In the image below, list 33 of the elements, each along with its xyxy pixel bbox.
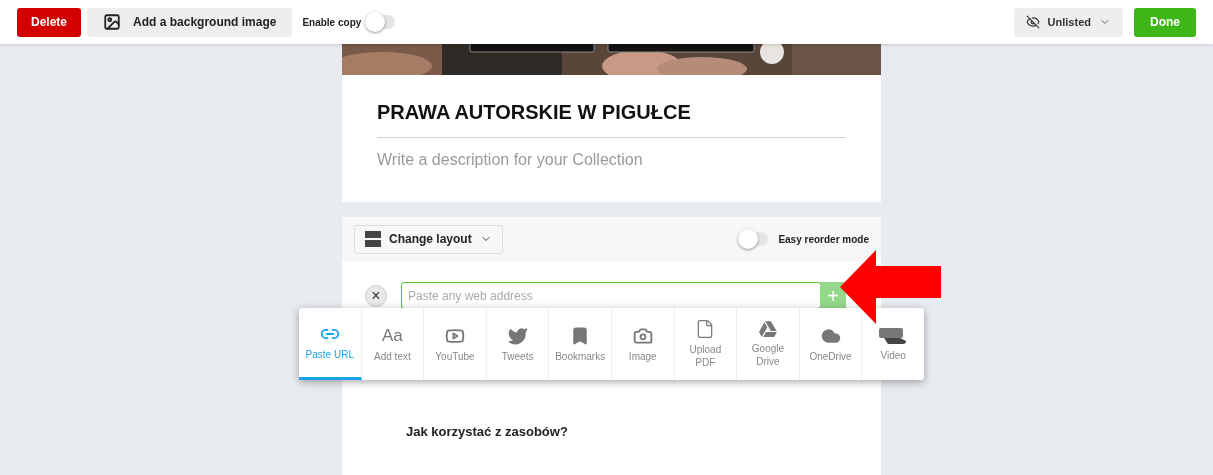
source-tab[interactable]: Video	[862, 308, 924, 380]
text-icon: Aa	[382, 325, 403, 346]
source-tab[interactable]: OneDrive	[799, 308, 863, 380]
close-button[interactable]: ×	[365, 284, 387, 307]
source-tab[interactable]: Aa Add text	[361, 308, 425, 380]
reorder-toggle[interactable]	[740, 232, 769, 246]
delete-button[interactable]: Delete	[17, 7, 82, 37]
source-tab[interactable]: Paste URL	[299, 308, 362, 380]
video-icon	[878, 326, 909, 345]
visibility-dropdown[interactable]: Unlisted	[1013, 7, 1123, 37]
description-field[interactable]: Write a description for your Collection	[377, 148, 846, 172]
source-tab[interactable]: Google Drive	[737, 308, 800, 380]
enable-copy-toggle[interactable]	[367, 15, 396, 29]
source-tab[interactable]: Upload PDF	[674, 308, 738, 380]
arrow-icon	[840, 250, 941, 324]
layout-icon	[365, 231, 381, 247]
reorder-label: Easy reorder mode	[778, 232, 869, 247]
url-field[interactable]: Paste any web address	[401, 282, 821, 309]
enable-copy-label: Enable copy	[302, 15, 362, 30]
bird-icon	[507, 325, 528, 346]
section-heading: Jak korzystać z zasobów?	[406, 423, 569, 441]
drive-icon	[758, 320, 777, 338]
done-button[interactable]: Done	[1134, 7, 1196, 37]
collection-title[interactable]: PRAWA AUTORSKIE W PIGUŁCE	[377, 97, 846, 138]
source-tab[interactable]: Image	[611, 308, 675, 380]
source-tab[interactable]: Bookmarks	[549, 308, 612, 380]
change-layout-button[interactable]: Change layout	[354, 224, 503, 254]
background-image-button[interactable]: Add a background image	[87, 7, 293, 37]
eye-off-icon	[1025, 15, 1040, 29]
image-icon	[103, 13, 122, 31]
source-tab[interactable]: YouTube	[424, 308, 487, 380]
camera-icon	[632, 325, 653, 346]
source-tab[interactable]: Tweets	[486, 308, 550, 380]
